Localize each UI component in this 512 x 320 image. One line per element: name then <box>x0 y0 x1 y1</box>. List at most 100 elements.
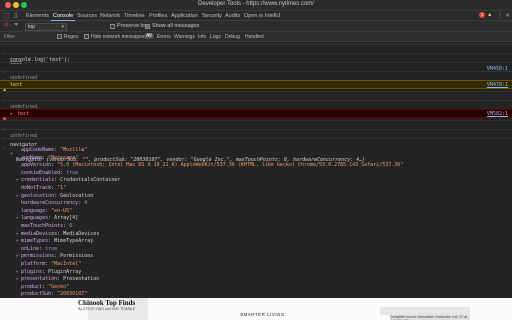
level-warnings[interactable]: Warnings <box>174 34 195 40</box>
filter-toggle-icon[interactable]: ⏷ <box>14 22 18 29</box>
hide-network-label: Hide network messages <box>91 33 145 40</box>
property-row[interactable]: ▸ credentials: CredentialsContainer <box>0 177 512 184</box>
property-row: hardwareConcurrency: 4 <box>0 200 512 207</box>
regex-checkbox[interactable] <box>57 33 62 39</box>
property-row[interactable]: ▸ presentation: Presentation <box>0 276 512 283</box>
property-row[interactable]: ▸ plugins: PluginArray <box>0 269 512 276</box>
tab-application[interactable]: Application <box>171 13 198 19</box>
property-key: appCodeName: "Mozilla" <box>21 147 88 153</box>
property-value: 4 <box>84 200 88 207</box>
hide-network-checkbox[interactable] <box>84 33 89 39</box>
property-value: Array[4] <box>54 215 79 222</box>
property-row[interactable]: ▸ permissions: Permissions <box>0 253 512 260</box>
property-row: maxTouchPoints: 0 <box>0 223 512 230</box>
property-key: language: "en-US" <box>21 207 73 214</box>
property-value: CredentialsContainer <box>60 177 121 184</box>
property-key: productSub: "20030107" <box>21 291 88 298</box>
devtools-window: Developer Tools - https://www.nytimes.co… <box>0 0 512 320</box>
expand-property-icon[interactable]: ▸ <box>16 177 19 183</box>
property-value: MimeTypeArray <box>54 238 94 245</box>
property-key: permissions: Permissions <box>21 253 94 260</box>
tab-audits[interactable]: Audits <box>225 13 240 19</box>
property-key: cookieEnabled: true <box>21 169 79 176</box>
property-value: MediaDevices <box>63 230 100 237</box>
inspected-page-preview: Chinook Top Finds By STEVE KING and AMY … <box>0 298 512 320</box>
expand-property-icon[interactable]: ▸ <box>16 238 19 244</box>
clear-console-icon[interactable]: ⊘ <box>4 22 9 28</box>
property-key: appName: "Netscape" <box>21 154 79 161</box>
console-warning-text: test <box>10 82 23 88</box>
inspect-element-icon[interactable]: ⬚ <box>4 12 10 19</box>
tab-profiles[interactable]: Profiles <box>149 13 167 19</box>
level-handled[interactable]: Handled <box>245 34 264 40</box>
warning-icon[interactable]: ▲ <box>487 12 493 18</box>
property-row[interactable]: ▸ languages: Array[4] <box>0 215 512 222</box>
error-count-badge[interactable]: 1 <box>479 12 485 18</box>
tab-network[interactable]: Network <box>100 13 120 19</box>
source-link[interactable]: VM470:1 <box>487 82 508 88</box>
property-row: appCodeName: "Mozilla" <box>0 147 512 154</box>
expand-property-icon[interactable]: ▸ <box>16 253 19 259</box>
level-info[interactable]: Info <box>198 34 206 40</box>
expand-property-icon[interactable]: ▸ <box>16 193 19 199</box>
level-logs[interactable]: Logs <box>210 34 221 40</box>
property-key: product: "Gecko" <box>21 283 70 290</box>
property-value: "Mozilla" <box>60 147 88 153</box>
expand-property-icon[interactable]: ▸ <box>16 269 19 275</box>
filter-bar: Filter Regex Hide network messages All E… <box>0 32 512 42</box>
expand-property-icon[interactable]: ▸ <box>16 215 19 221</box>
tab-elements[interactable]: Elements <box>26 13 49 19</box>
level-all[interactable]: All <box>144 33 154 39</box>
expand-property-icon[interactable]: ▸ <box>16 276 19 282</box>
property-row: onLine: true <box>0 246 512 253</box>
property-value: Permissions <box>60 253 94 260</box>
window-title: Developer Tools - https://www.nytimes.co… <box>198 1 314 7</box>
property-key: geolocation: Geolocation <box>21 192 94 199</box>
console-output-row: ‹ undefined <box>0 62 512 81</box>
show-all-messages-label: Show all messages <box>152 23 200 29</box>
context-value: top <box>28 23 35 30</box>
property-row: doNotTrack: "1" <box>0 185 512 192</box>
property-value: PluginArray <box>48 268 82 275</box>
tab-sources[interactable]: Sources <box>77 13 97 19</box>
close-devtools-icon[interactable]: ✕ <box>505 12 510 19</box>
property-value: "Gecko" <box>48 283 70 290</box>
expand-error-icon[interactable]: ▸ <box>10 111 13 117</box>
context-selector[interactable]: top ▾ <box>25 22 67 31</box>
console-warning-row: ▲ test VM470:1 <box>0 80 512 93</box>
property-row[interactable]: ▸ geolocation: Geolocation <box>0 193 512 200</box>
property-key: maxTouchPoints: 0 <box>21 223 73 229</box>
console-error-row: ● ▸ test VM582:1 <box>0 109 512 122</box>
tab-timeline[interactable]: Timeline <box>124 13 145 19</box>
property-key: plugins: PluginArray <box>21 268 82 275</box>
property-value: "MacIntel" <box>51 261 82 267</box>
console-error-text: test <box>17 111 30 117</box>
property-value: Geolocation <box>60 192 94 199</box>
show-all-messages-checkbox[interactable] <box>145 23 150 29</box>
property-key: mediaDevices: MediaDevices <box>21 230 100 237</box>
tab-security[interactable]: Security <box>202 13 222 19</box>
tab-open-in-intellij[interactable]: Open in IntelliJ <box>244 13 280 19</box>
regex-label: Regex <box>64 33 79 40</box>
property-row[interactable]: ▸ mimeTypes: MimeTypeArray <box>0 238 512 245</box>
level-debug[interactable]: Debug <box>225 34 240 40</box>
preserve-log-label: Preserve log <box>117 23 148 29</box>
tab-console[interactable]: Console <box>50 13 76 21</box>
property-value: "20030107" <box>57 291 88 298</box>
source-link[interactable]: VM582:1 <box>487 111 508 117</box>
console-input-row: › console.warn('test') <box>0 71 512 90</box>
more-options-icon[interactable]: ⋮ <box>497 12 503 19</box>
expand-property-icon[interactable]: ▸ <box>16 231 19 237</box>
level-errors[interactable]: Errors <box>157 34 171 40</box>
console-log-row: test VM450:1 <box>0 53 512 72</box>
filter-input[interactable]: Filter <box>4 34 15 40</box>
navigator-object-row[interactable]: ‹ ▾ Navigator {vendorSub: "", productSub… <box>0 138 512 163</box>
preserve-log-checkbox[interactable] <box>110 23 115 29</box>
property-row[interactable]: ▸ mediaDevices: MediaDevices <box>0 231 512 238</box>
console-output[interactable]: › console.log('test'); test VM450:1 ‹ un… <box>0 42 512 320</box>
property-value: 0 <box>69 223 73 229</box>
page-section: SMARTER LIVING <box>240 312 285 317</box>
property-key: presentation: Presentation <box>21 276 100 283</box>
device-toolbar-icon[interactable]: ▯ <box>14 12 17 19</box>
property-value: "en-US" <box>51 207 73 214</box>
